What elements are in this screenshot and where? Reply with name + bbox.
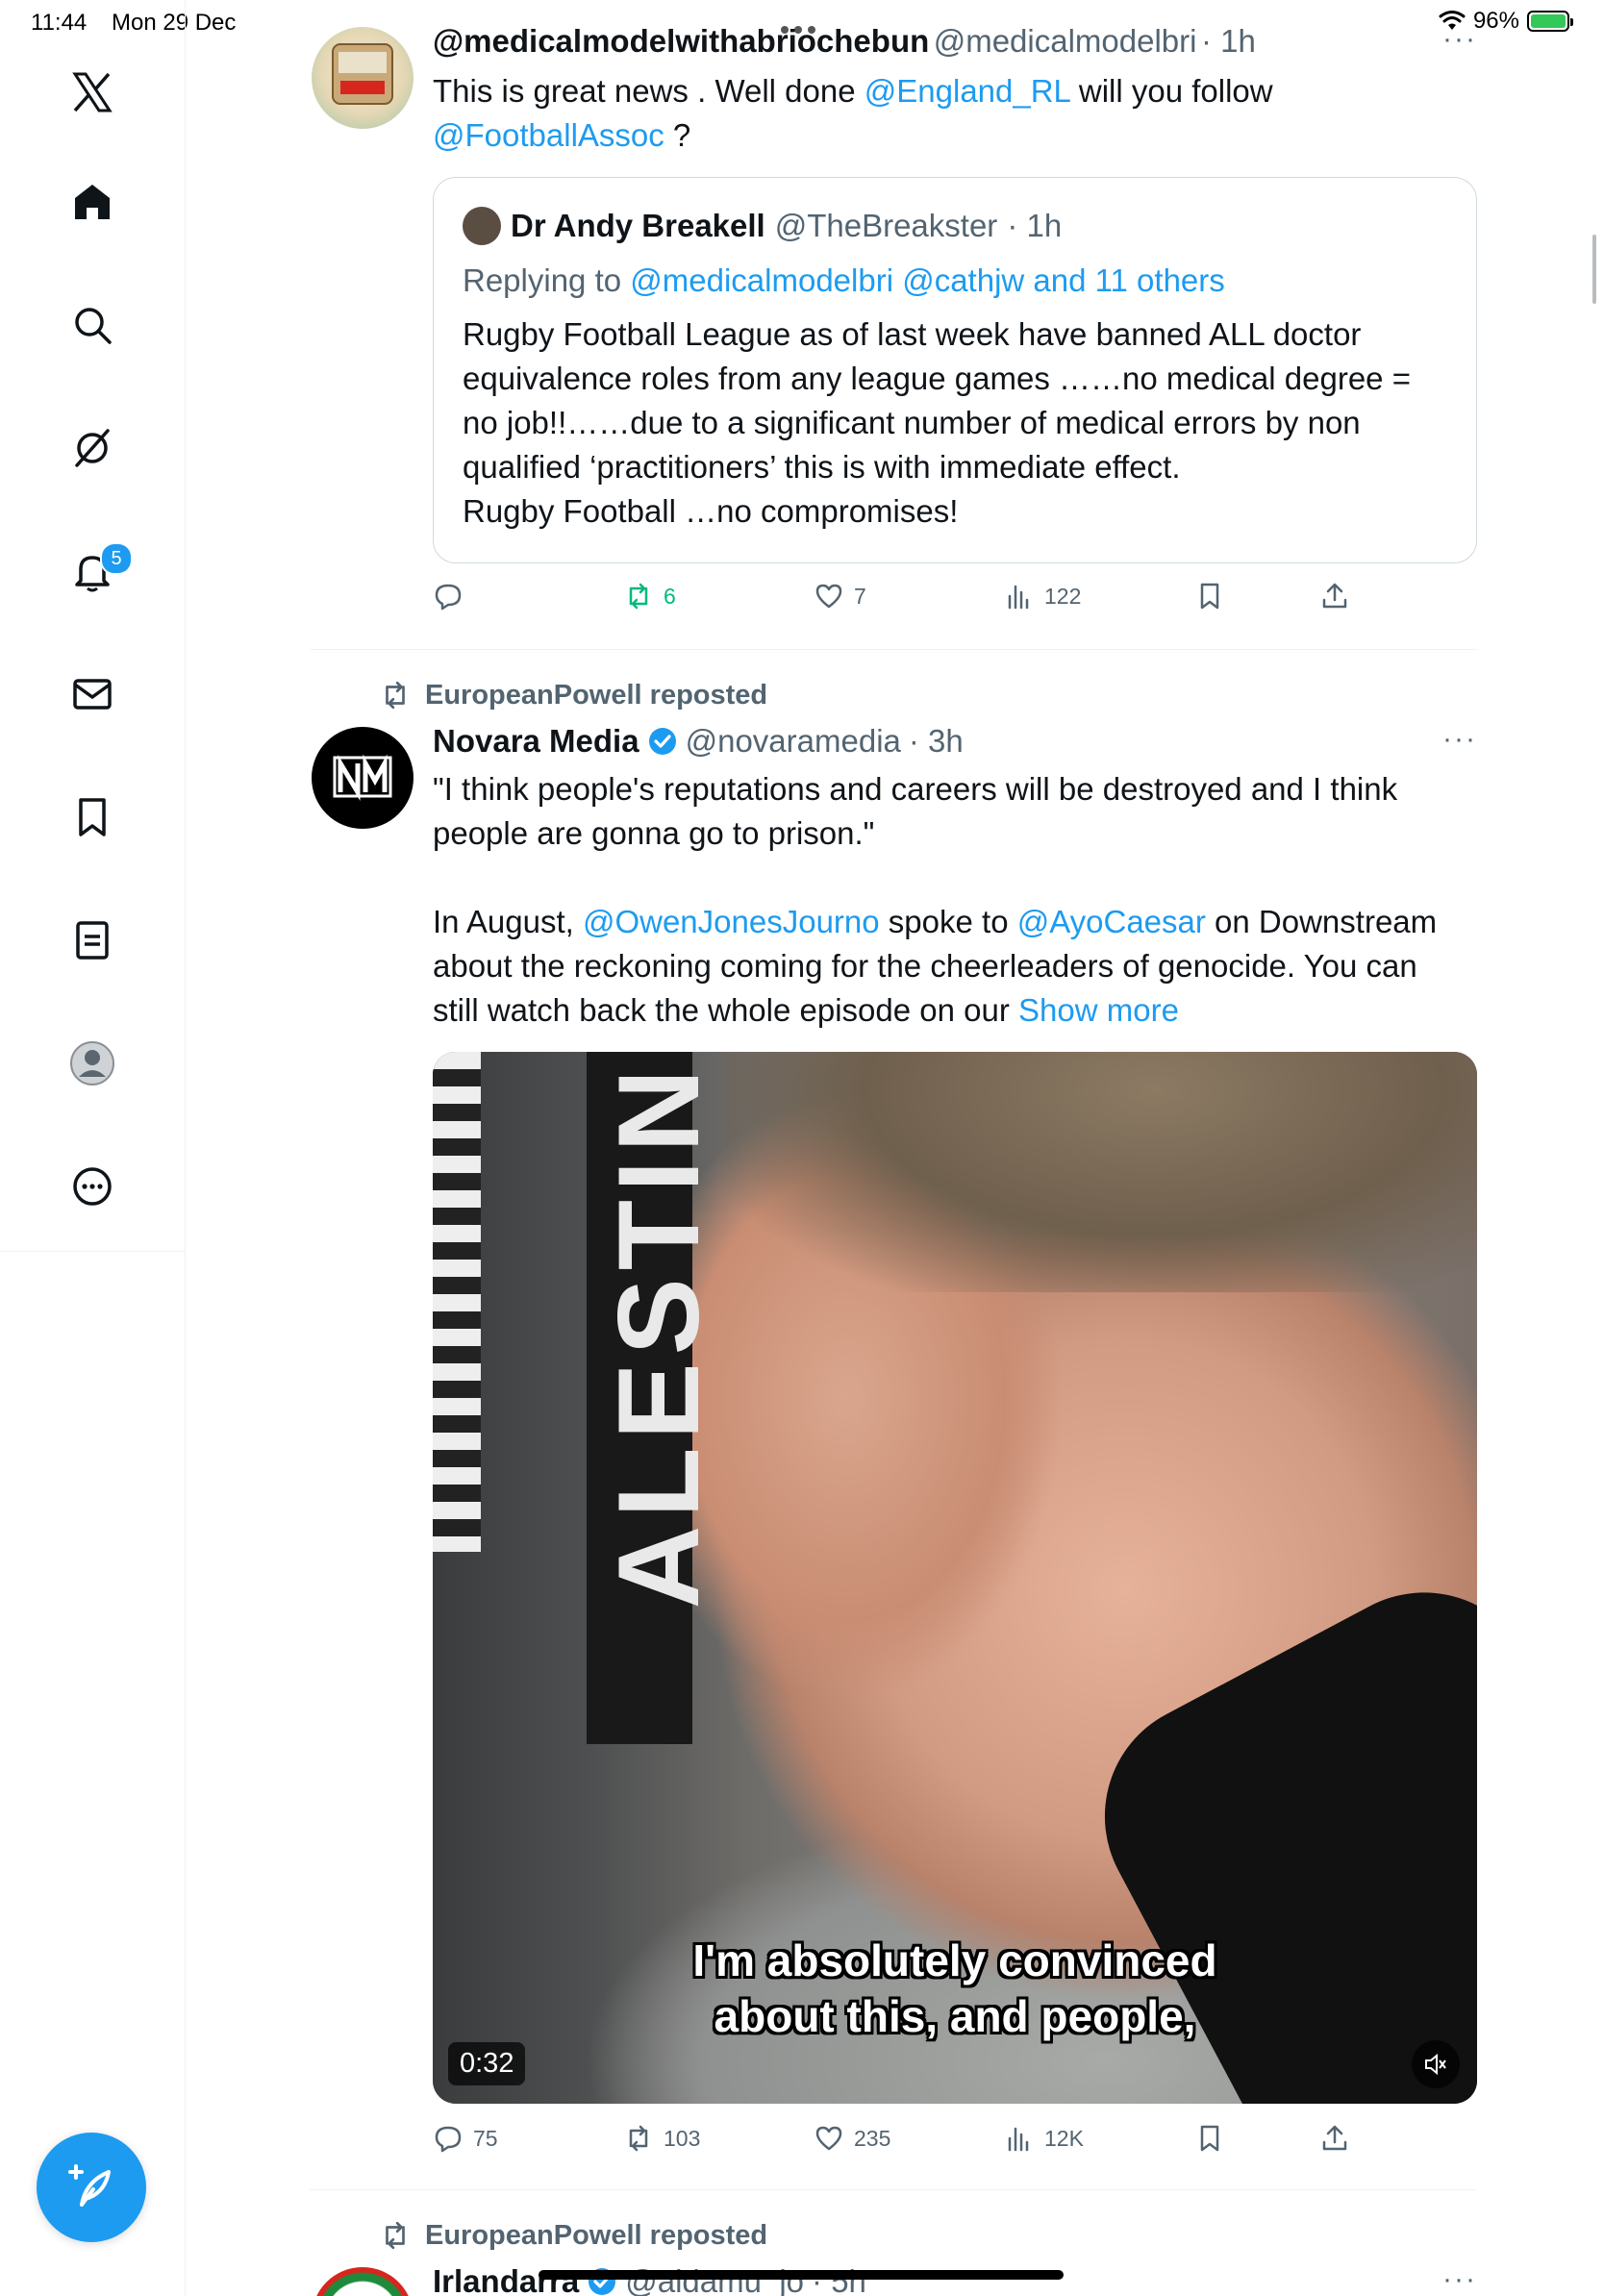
timestamp[interactable]: · 1h [1201,23,1256,59]
more-options-icon[interactable]: ··· [1442,723,1477,756]
repost-icon [629,2125,648,2152]
verified-badge-icon [648,728,676,755]
home-icon[interactable] [56,165,129,238]
notifications-icon[interactable]: 5 [56,535,133,608]
reply-icon [435,2126,462,2153]
video-caption: I'm absolutely convinced about this, and… [692,1935,1217,2041]
tweet-header: Irlandarra @aldamu_jo · 5h [433,2263,866,2296]
replying-to: Replying to @medicalmodelbri @cathjw and… [463,262,1225,298]
handle[interactable]: @novaramedia [686,723,901,760]
display-name[interactable]: Irlandarra [433,2263,579,2296]
video-duration: 0:32 [448,2042,526,2085]
mention-link[interactable]: @OwenJonesJourno [583,904,880,939]
more-options-icon[interactable]: ··· [1442,2263,1477,2296]
repost-context[interactable]: EuropeanPowell reposted [379,2219,767,2252]
messages-icon[interactable] [56,658,129,731]
heart-icon [815,584,842,609]
video-background-stripe [433,1052,481,1552]
like-button[interactable]: 235 [814,2123,890,2154]
mention-link[interactable]: @England_RL [865,73,1070,109]
sidebar: 5 [0,0,186,2296]
video-frame-hair [721,1052,1477,1292]
tweet-actions: 75 103 235 12K [433,2123,1477,2171]
handle[interactable]: @medicalmodelbri [934,23,1197,59]
share-button[interactable] [1319,581,1350,611]
show-more-link[interactable]: Show more [1018,992,1179,1028]
repost-button[interactable]: 103 [623,2123,700,2154]
heart-icon [815,2126,842,2151]
sidebar-divider [0,1251,185,1252]
views-button[interactable]: 12K [1004,2123,1084,2154]
avatar[interactable] [312,727,414,829]
repost-context[interactable]: EuropeanPowell reposted [379,679,767,711]
share-icon [1322,583,1347,609]
tweet[interactable]: EuropeanPowell reposted Irlandarra @alda… [310,2190,1477,2296]
profile-icon[interactable] [56,1027,129,1100]
like-button[interactable]: 7 [814,581,866,611]
more-icon[interactable] [56,1150,129,1223]
more-options-icon[interactable]: ··· [1442,23,1477,56]
bookmark-button[interactable] [1194,2123,1225,2154]
views-button[interactable]: 122 [1004,581,1081,611]
handle[interactable]: @aldamu_jo [625,2263,804,2296]
views-icon [1008,2127,1029,2152]
quote-handle: @TheBreakster [774,208,998,243]
tweet[interactable]: EuropeanPowell reposted Novara Media @no… [310,650,1477,2188]
scrollbar[interactable] [1592,235,1596,304]
novara-logo-icon [333,754,392,802]
mention-link[interactable]: @AyoCaesar [1017,904,1206,939]
quote-display-name: Dr Andy Breakell [511,208,765,243]
bookmark-button[interactable] [1194,581,1225,611]
avatar[interactable] [312,27,414,129]
mention-link[interactable]: @FootballAssoc [433,117,664,153]
compose-button[interactable] [37,2133,146,2242]
repost-icon [386,681,405,710]
display-name[interactable]: Novara Media [433,723,639,760]
reply-button[interactable]: 75 [433,2123,498,2154]
battery-icon [1527,11,1573,32]
tweet-text: "I think people's reputations and career… [433,771,1438,1028]
grok-icon[interactable] [56,412,129,485]
reply-icon [435,584,462,611]
bookmark-icon [1200,2125,1219,2152]
quoted-tweet[interactable]: Dr Andy Breakell @TheBreakster · 1h Repl… [433,177,1477,563]
views-icon [1008,585,1029,610]
muted-speaker-icon [1425,2053,1446,2076]
tweet-header: @medicalmodelwithabriochebun @medicalmod… [433,23,1256,60]
replying-to-link[interactable]: @medicalmodelbri @cathjw and 11 others [630,262,1225,298]
battery-percent: 96% [1472,8,1519,34]
repost-button[interactable]: 6 [623,581,676,611]
bookmarks-icon[interactable] [56,781,129,854]
tweet-header: Novara Media @novaramedia · 3h [433,723,964,760]
share-icon [1322,2125,1347,2151]
quote-avatar [463,207,501,245]
display-name[interactable]: @medicalmodelwithabriochebun [433,23,929,59]
share-button[interactable] [1319,2123,1350,2154]
timestamp[interactable]: · 5h [812,2263,866,2296]
lists-icon[interactable] [56,904,129,977]
reply-button[interactable] [433,581,473,611]
home-indicator[interactable] [539,2270,1064,2280]
video-player[interactable]: ALESTIN I'm absolutely convinced about t… [433,1052,1477,2104]
avatar-logo-icon [332,43,393,105]
mute-button[interactable] [1412,2040,1460,2088]
search-icon[interactable] [56,288,129,362]
tweet-text: This is great news . Well done @England_… [433,73,1273,153]
bookmark-icon [1200,583,1219,610]
video-background-banner: ALESTIN [587,1052,723,1744]
x-logo-icon[interactable] [56,56,129,129]
quote-text: Rugby Football League as of last week ha… [463,316,1411,529]
repost-icon [386,2221,405,2250]
tweet-actions: 6 7 122 [433,581,1477,629]
repost-icon [629,583,648,610]
compose-icon [68,2164,111,2207]
quote-header: Dr Andy Breakell @TheBreakster · 1h [463,207,1062,245]
tweet[interactable]: @medicalmodelwithabriochebun @medicalmod… [310,0,1477,650]
avatar[interactable] [312,2267,414,2296]
timestamp[interactable]: · 3h [909,723,964,760]
quote-timestamp: · 1h [1007,208,1063,243]
notification-badge: 5 [100,542,133,575]
